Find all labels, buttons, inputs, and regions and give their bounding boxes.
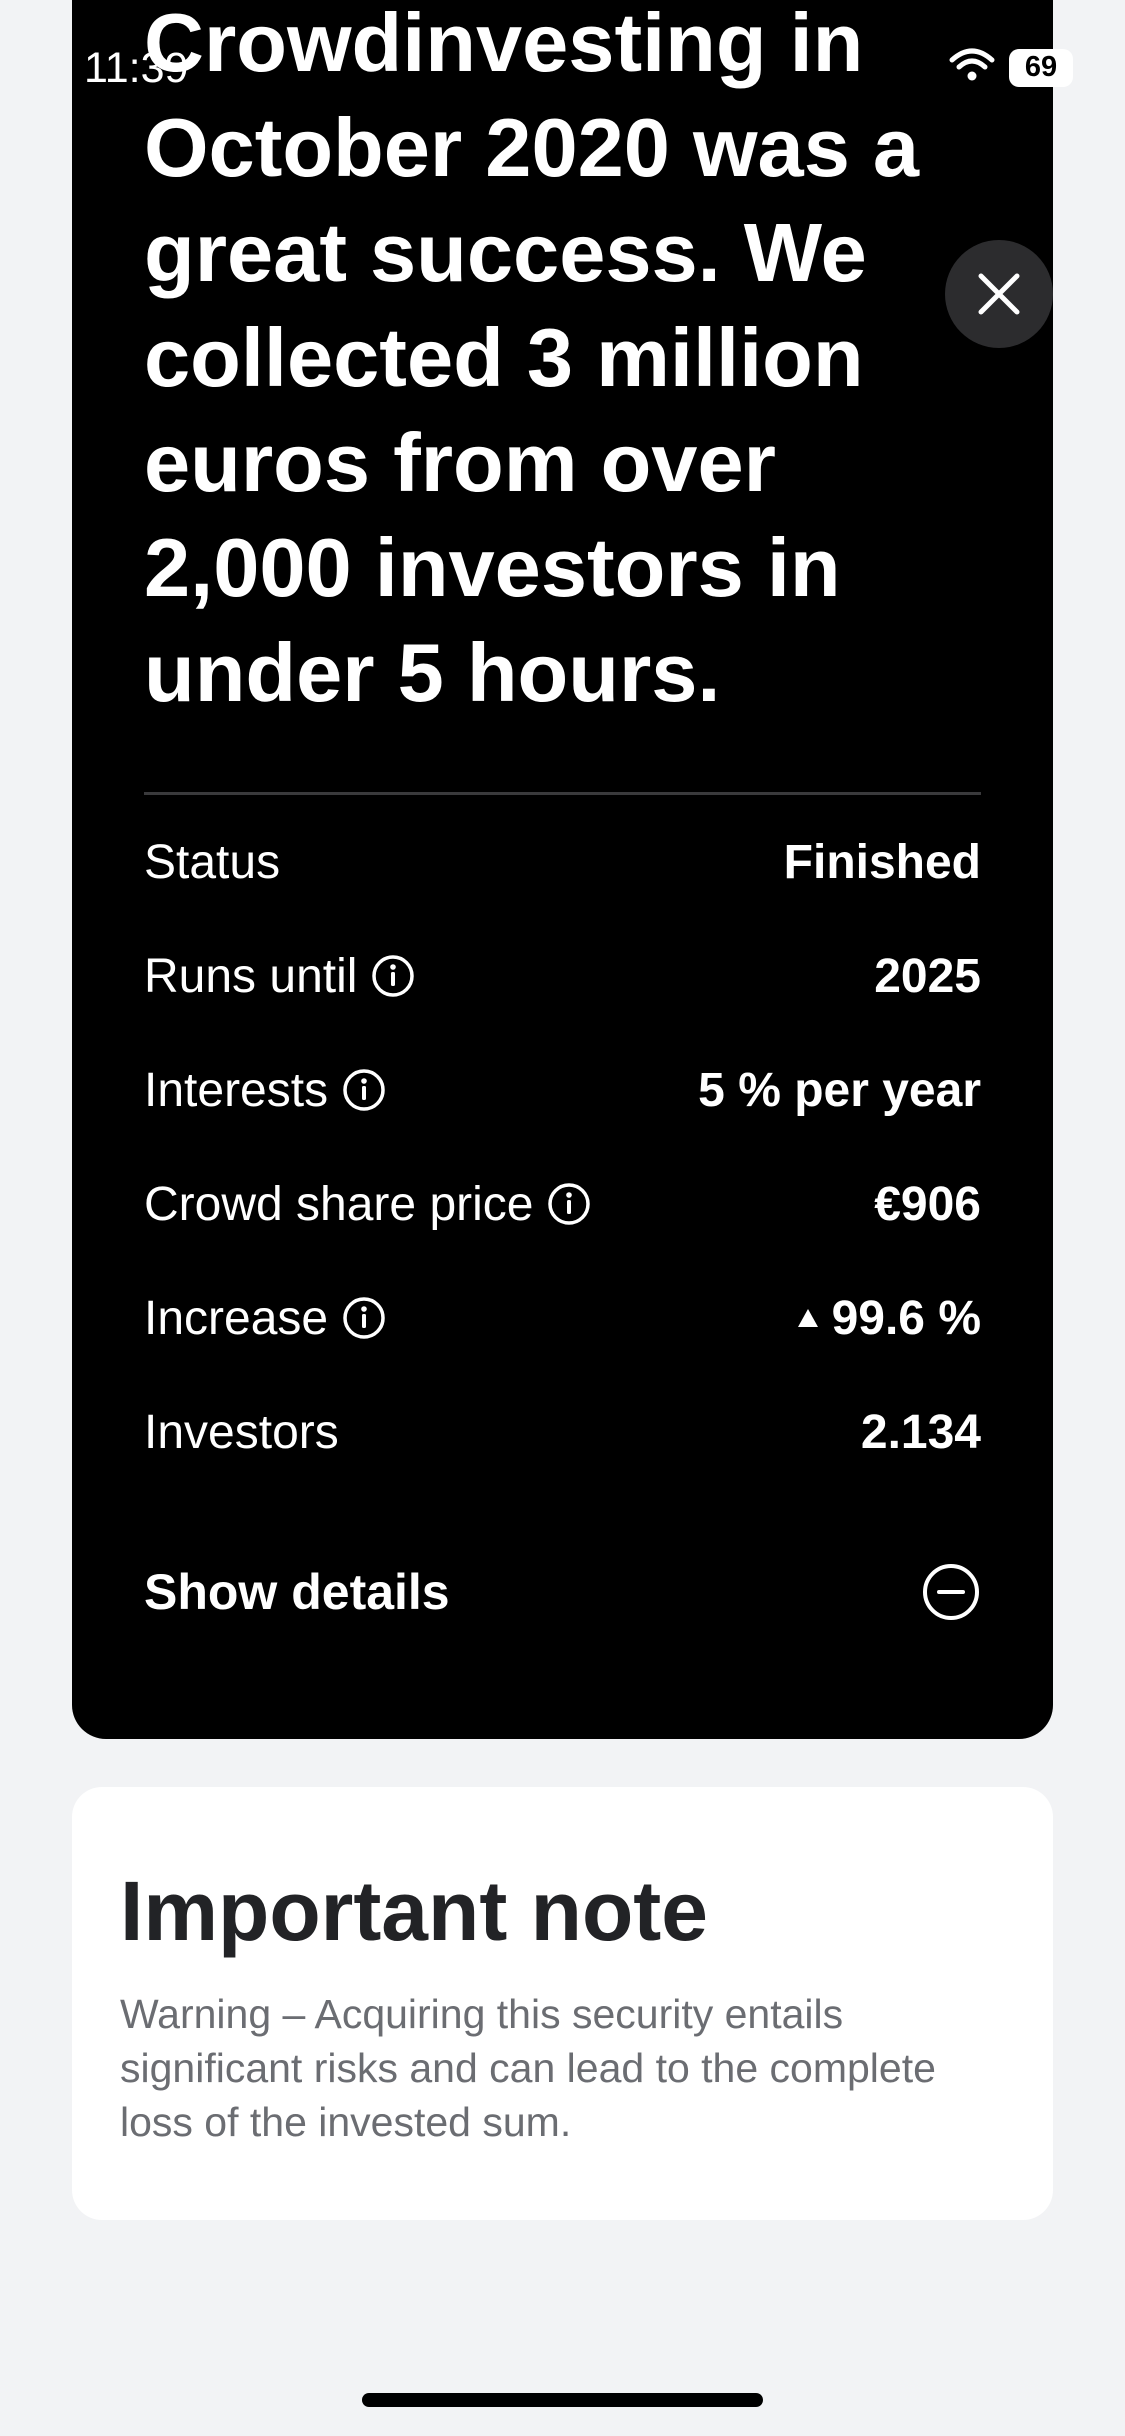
close-button[interactable]	[945, 240, 1053, 348]
info-icon[interactable]	[371, 954, 415, 998]
info-icon[interactable]	[547, 1182, 591, 1226]
stat-value: 2025	[874, 949, 981, 1003]
stat-row-increase: Increase 99.6 %	[144, 1278, 981, 1358]
divider	[144, 792, 981, 795]
wifi-icon	[949, 48, 995, 87]
stat-label: Crowd share price	[144, 1177, 534, 1231]
stat-row-runs-until: Runs until 2025	[144, 936, 981, 1016]
stat-value: 5 % per year	[698, 1063, 981, 1117]
close-icon	[976, 271, 1022, 317]
info-icon[interactable]	[342, 1296, 386, 1340]
stat-row-status: Status Finished	[144, 822, 981, 902]
stat-value: €906	[874, 1177, 981, 1231]
important-note-card: Important note Warning – Acquiring this …	[72, 1787, 1053, 2220]
battery-icon: 69	[1009, 48, 1073, 87]
triangle-up-icon	[796, 1306, 820, 1330]
note-title: Important note	[120, 1864, 708, 1958]
show-details-label: Show details	[144, 1564, 450, 1620]
stat-value: Finished	[783, 835, 981, 889]
minus-circle-icon	[921, 1562, 981, 1622]
stat-row-interests: Interests 5 % per year	[144, 1050, 981, 1130]
stat-row-investors: Investors 2.134	[144, 1392, 981, 1472]
stat-value: 2.134	[860, 1405, 981, 1459]
stat-value: 99.6 %	[831, 1291, 981, 1345]
note-text: Warning – Acquiring this security entail…	[120, 1991, 936, 2145]
stat-label: Interests	[144, 1063, 329, 1117]
info-icon[interactable]	[342, 1068, 386, 1112]
stat-row-crowd-share-price: Crowd share price €906	[144, 1164, 981, 1244]
stat-label: Runs until	[144, 949, 358, 1003]
home-indicator[interactable]	[362, 2393, 763, 2407]
status-icons: 69	[949, 48, 1073, 87]
status-time: 11:39	[84, 44, 189, 92]
campaign-headline: Crowdinvesting in October 2020 was a gre…	[144, 0, 920, 719]
stat-label: Increase	[144, 1291, 329, 1345]
show-details-button[interactable]: Show details	[144, 1552, 981, 1632]
stat-label: Status	[144, 835, 281, 889]
campaign-card: Crowdinvesting in October 2020 was a gre…	[72, 0, 1053, 1739]
stat-label: Investors	[144, 1405, 339, 1459]
